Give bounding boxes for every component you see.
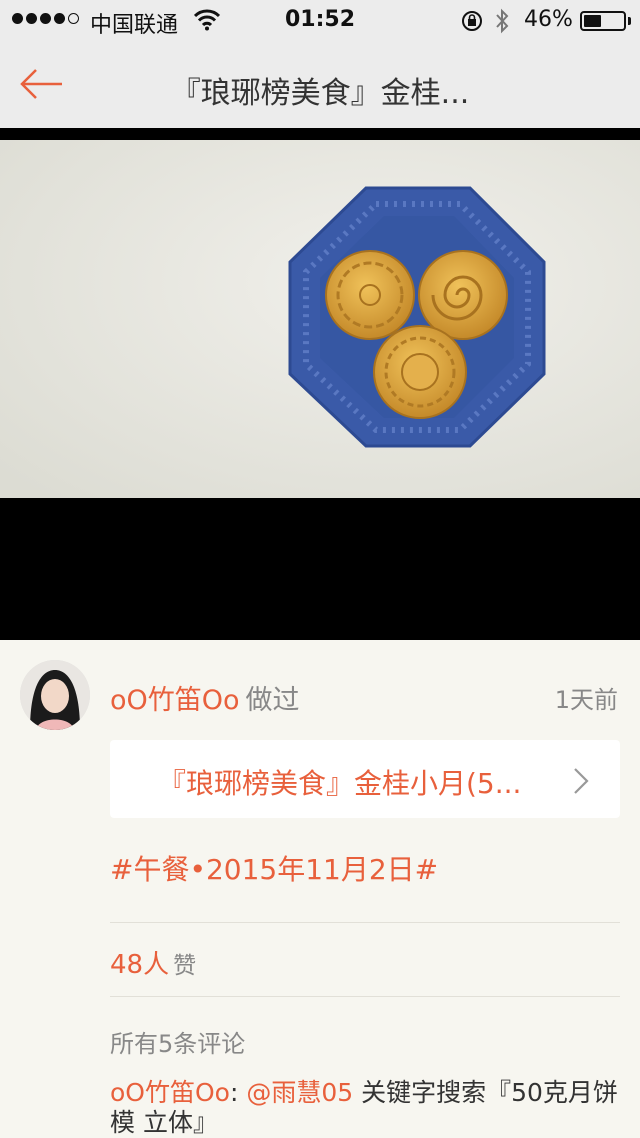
status-bar: 中国联通 01:52 46%: [0, 0, 640, 40]
dish-photo-area[interactable]: [0, 128, 640, 640]
chevron-right-icon: [572, 766, 590, 800]
post-content: oO竹笛Oo 做过 1天前 『琅琊榜美食』金桂小月(5... #午餐•2015年1…: [0, 640, 640, 1138]
bluetooth-icon: [494, 8, 510, 40]
back-arrow-icon: [20, 69, 62, 99]
comments-header: 所有5条评论: [110, 1030, 246, 1058]
nav-bar: 『琅琊榜美食』金桂...: [0, 40, 640, 128]
username-link[interactable]: oO竹笛Oo: [110, 685, 240, 716]
battery-tip: [628, 17, 631, 25]
comment-mention[interactable]: @雨慧05: [246, 1078, 353, 1107]
back-button[interactable]: [18, 62, 66, 106]
battery-percent: 46%: [524, 7, 573, 32]
mooncake-photo: [0, 140, 640, 498]
user-row: oO竹笛Oo 做过: [110, 678, 300, 717]
divider: [110, 996, 620, 997]
battery-icon: [580, 11, 626, 31]
user-avatar-icon: [20, 660, 90, 730]
page-title: 『琅琊榜美食』金桂...: [170, 76, 470, 111]
comment-username[interactable]: oO竹笛Oo: [110, 1078, 230, 1107]
recipe-link-card[interactable]: 『琅琊榜美食』金桂小月(5...: [110, 740, 620, 818]
avatar[interactable]: [20, 660, 90, 730]
likes-count: 48人: [110, 950, 170, 980]
comment-separator: :: [229, 1078, 247, 1107]
likes-label: 赞: [173, 953, 197, 979]
comment-item: oO竹笛Oo: @雨慧05 关键字搜索『50克月饼模 立体』: [110, 1078, 620, 1138]
orientation-lock-icon: [460, 9, 484, 39]
hashtag-link[interactable]: #午餐•2015年11月2日#: [110, 848, 438, 888]
likes-row[interactable]: 48人赞: [110, 944, 196, 981]
divider: [110, 922, 620, 923]
recipe-title: 『琅琊榜美食』金桂小月(5...: [158, 767, 522, 800]
post-time: 1天前: [554, 686, 618, 714]
action-label: 做过: [245, 685, 300, 716]
